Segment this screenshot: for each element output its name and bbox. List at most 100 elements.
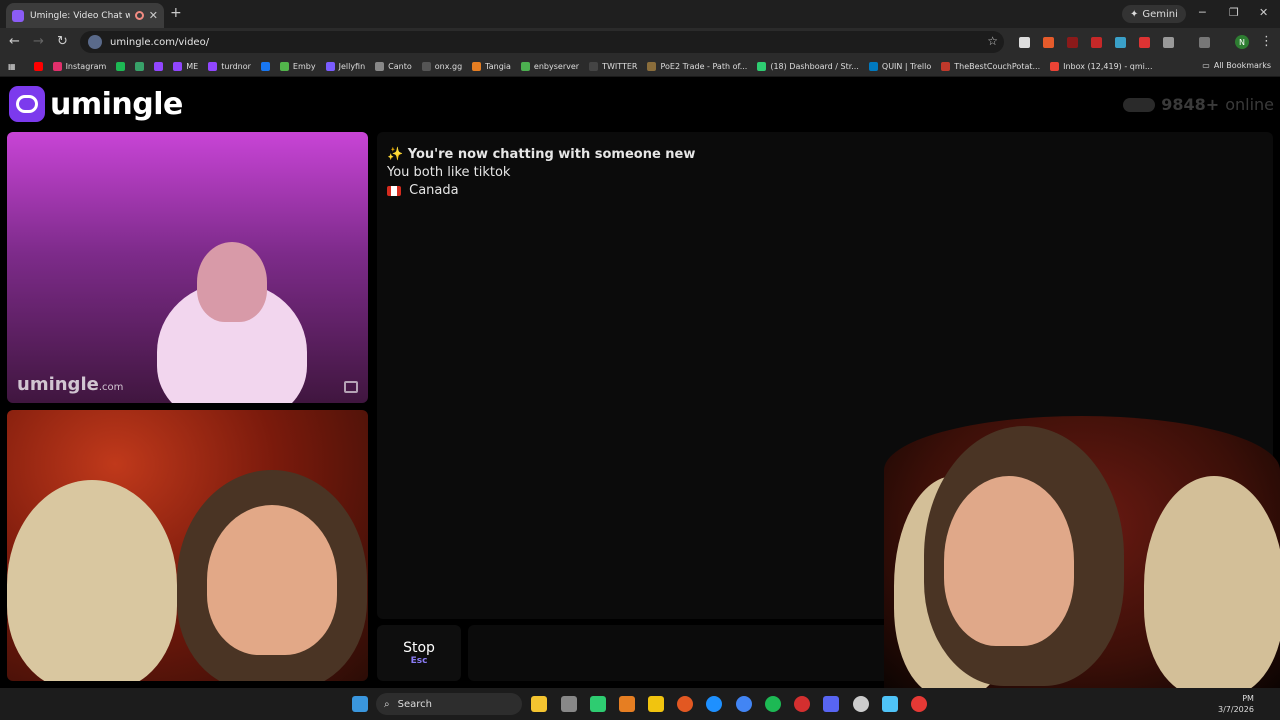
extension-red-icon[interactable] [1067, 37, 1078, 48]
bookmark-label: enbyserver [533, 61, 580, 71]
tab-strip: Umingle: Video Chat with S ✕ + ✦ Gemini … [0, 0, 1280, 28]
overlay-face [944, 476, 1074, 646]
bookmark-item[interactable] [154, 61, 164, 71]
online-count: 9848+ [1161, 95, 1220, 114]
file-explorer-icon[interactable] [531, 696, 547, 712]
bookmark-item[interactable]: ME [173, 61, 199, 71]
terminal-icon[interactable] [590, 696, 606, 712]
bookmark-item[interactable]: PoE2 Trade - Path of... [647, 61, 748, 71]
bookmark-item[interactable]: Canto [375, 61, 412, 71]
discord-icon[interactable] [823, 696, 839, 712]
bookmark-favicon-icon [173, 61, 183, 71]
sticky-notes-icon[interactable] [648, 696, 664, 712]
bookmark-item[interactable]: (18) Dashboard / Str... [757, 61, 859, 71]
bookmark-item[interactable] [135, 61, 145, 71]
bookmark-label: Inbox (12,419) - qmi... [1063, 61, 1153, 71]
bookmark-favicon-icon [375, 61, 385, 71]
app-red-icon[interactable] [911, 696, 927, 712]
bookmark-item[interactable]: Jellyfin [325, 61, 366, 71]
bookmarks-bar: ▦ Instagram ME turdnor Emby Jellyfin Canto onx… [0, 56, 1280, 77]
bookmark-label: TheBestCouchPotat... [954, 61, 1041, 71]
bookmark-label: Tangia [485, 61, 511, 71]
spotify-icon[interactable] [765, 696, 781, 712]
bookmark-item[interactable]: turdnor [208, 61, 251, 71]
bookmark-item[interactable] [33, 61, 43, 71]
bookmark-item[interactable]: onx.gg [421, 61, 463, 71]
new-tab-button[interactable]: + [170, 5, 182, 21]
report-flag-icon[interactable] [344, 381, 358, 393]
minimize-icon[interactable]: ─ [1199, 6, 1206, 19]
app-icon[interactable] [561, 696, 577, 712]
bookmark-item[interactable]: enbyserver [520, 61, 580, 71]
close-tab-icon[interactable]: ✕ [149, 9, 158, 22]
apps-grid-icon[interactable]: ▦ [8, 62, 16, 71]
bookmark-item[interactable]: QUIN | Trello [868, 61, 931, 71]
bookmark-list: Instagram ME turdnor Emby Jellyfin Canto onx.g… [33, 61, 1163, 71]
bookmark-item[interactable] [260, 61, 270, 71]
system-clock[interactable]: PM 3/7/2026 [1218, 693, 1254, 715]
bookmark-favicon-icon [154, 61, 164, 71]
tab-umingle[interactable]: Umingle: Video Chat with S ✕ [6, 3, 164, 28]
firefox-icon[interactable] [677, 696, 693, 712]
back-icon[interactable]: ← [9, 34, 20, 49]
bookmark-label: ME [186, 61, 199, 71]
umingle-favicon-icon [12, 9, 24, 22]
start-icon[interactable] [352, 696, 368, 712]
site-info-icon[interactable] [88, 35, 102, 49]
bookmark-favicon-icon [135, 61, 145, 71]
bookmark-favicon-icon [116, 61, 126, 71]
obs-icon[interactable] [794, 696, 810, 712]
taskbar-search[interactable]: ⌕ Search [376, 693, 522, 715]
bookmark-item[interactable] [116, 61, 126, 71]
menu-kebab-icon[interactable]: ⋮ [1260, 34, 1273, 49]
bookmark-favicon-icon [279, 61, 289, 71]
all-bookmarks-label: All Bookmarks [1213, 61, 1271, 70]
umingle-logo[interactable]: umingle [9, 86, 183, 122]
bookmark-label: (18) Dashboard / Str... [770, 61, 859, 71]
edge-icon[interactable] [706, 696, 722, 712]
steam-icon[interactable] [853, 696, 869, 712]
bookmark-label: Jellyfin [338, 61, 366, 71]
bookmark-favicon-icon [589, 61, 599, 71]
extension-k-icon[interactable] [1019, 37, 1030, 48]
search-icon: ⌕ [384, 698, 390, 710]
all-bookmarks-button[interactable]: ▭ All Bookmarks [1202, 61, 1271, 70]
bookmark-item[interactable]: Emby [279, 61, 316, 71]
bookmark-favicon-icon [520, 61, 530, 71]
maximize-icon[interactable]: ❐ [1229, 6, 1239, 19]
extension-fox-icon[interactable] [1043, 37, 1054, 48]
stop-shortcut: Esc [410, 656, 428, 666]
extensions-puzzle-icon[interactable] [1163, 37, 1174, 48]
bookmark-favicon-icon [208, 61, 218, 71]
profile-avatar[interactable]: N [1235, 35, 1249, 49]
canada-flag-icon [387, 185, 401, 196]
bookmark-item[interactable]: Tangia [472, 61, 511, 71]
windows-taskbar: ⌕ Search PM 3/7/2026 [0, 688, 1280, 720]
extension-tb-icon[interactable] [1139, 37, 1150, 48]
bookmark-label: turdnor [221, 61, 251, 71]
bookmark-favicon-icon [472, 61, 482, 71]
reload-icon[interactable]: ↻ [57, 34, 68, 49]
bookmark-star-icon[interactable]: ☆ [987, 34, 998, 48]
bookmark-item[interactable]: Inbox (12,419) - qmi... [1050, 61, 1153, 71]
online-counter: 9848+ online [1123, 95, 1274, 114]
chrome-icon[interactable] [736, 696, 752, 712]
bookmark-label: PoE2 Trade - Path of... [660, 61, 748, 71]
address-bar[interactable]: umingle.com/video/ ☆ [80, 31, 1004, 53]
gemini-button[interactable]: ✦ Gemini [1122, 5, 1186, 23]
self-video [7, 410, 368, 681]
bookmark-favicon-icon [325, 61, 335, 71]
extension-youtube-icon[interactable] [1091, 37, 1102, 48]
stop-button[interactable]: Stop Esc [377, 625, 461, 681]
bookmark-favicon-icon [941, 61, 951, 71]
bookmark-item[interactable]: TWITTER [589, 61, 637, 71]
forward-icon[interactable]: → [33, 34, 44, 49]
extension-tp-icon[interactable] [1115, 37, 1126, 48]
close-window-icon[interactable]: ✕ [1259, 6, 1268, 19]
side-panel-icon[interactable] [1199, 37, 1210, 48]
notepad-icon[interactable] [882, 696, 898, 712]
bookmark-label: onx.gg [434, 61, 463, 71]
bookmark-item[interactable]: TheBestCouchPotat... [941, 61, 1041, 71]
basketball-icon[interactable] [619, 696, 635, 712]
bookmark-item[interactable]: Instagram [52, 61, 106, 71]
